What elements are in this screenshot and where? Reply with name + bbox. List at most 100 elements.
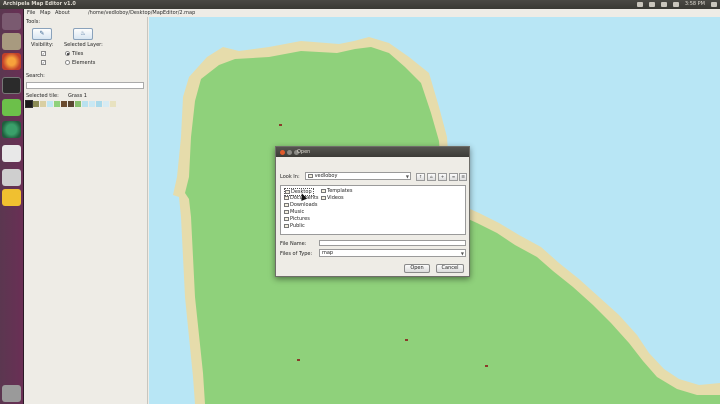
files-of-type-select[interactable]: map ▼ — [319, 249, 466, 257]
tools-panel: Tools: ✎ ♨ Visibility: Selected Layer: ✓… — [24, 17, 148, 404]
visibility-elements-checkbox[interactable]: ✓ — [41, 60, 46, 65]
dialog-titlebar: Open — [276, 147, 469, 157]
app-icon — [2, 121, 21, 138]
visibility-label: Visibility: — [31, 42, 54, 48]
window-title: Archipela Map Editor v1.0 — [3, 1, 76, 7]
file-name-input[interactable] — [319, 240, 466, 246]
system-tray: 3:58 PM — [636, 0, 717, 9]
tile-swatch[interactable] — [89, 101, 95, 107]
folder-icon — [284, 202, 289, 207]
elements-label: Elements — [72, 60, 96, 66]
look-in-value: vedloboy — [314, 173, 338, 179]
layer-tiles-radio[interactable] — [65, 51, 70, 56]
list-view-button[interactable]: ≡ — [449, 173, 458, 181]
menu-file[interactable]: File — [27, 9, 35, 17]
tile-swatch[interactable] — [40, 101, 46, 107]
folder-icon — [284, 209, 289, 214]
mail-icon[interactable] — [636, 2, 643, 7]
list-item[interactable]: Videos — [321, 195, 344, 201]
new-folder-button[interactable]: + — [438, 173, 447, 181]
launcher — [0, 9, 24, 404]
tile-swatch[interactable] — [25, 100, 33, 108]
folder-icon — [321, 195, 326, 200]
folder-icon — [284, 216, 289, 221]
pencil-icon: ✎ — [39, 30, 45, 37]
look-in-select[interactable]: vedloboy ▼ — [305, 172, 411, 180]
tile-swatch[interactable] — [82, 101, 88, 107]
network-icon[interactable] — [648, 2, 655, 7]
home-button[interactable]: ⌂ — [427, 173, 436, 181]
tile-swatch[interactable] — [47, 101, 53, 107]
folder-icon — [308, 173, 313, 178]
tile-swatch[interactable] — [103, 101, 109, 107]
power-icon[interactable] — [711, 2, 717, 7]
up-folder-button[interactable]: ↑ — [416, 173, 425, 181]
map-marker — [279, 124, 282, 126]
files-icon — [2, 33, 21, 50]
launcher-files[interactable] — [2, 33, 21, 50]
chevron-down-icon: ▼ — [405, 174, 409, 179]
launcher-dash[interactable] — [2, 13, 21, 30]
tile-swatch[interactable] — [96, 101, 102, 107]
launcher-drive[interactable] — [2, 189, 21, 206]
terminal-icon — [2, 77, 21, 94]
battery-icon[interactable] — [660, 2, 667, 7]
folder-icon — [284, 195, 289, 200]
folder-icon — [284, 223, 289, 228]
visibility-tiles-checkbox[interactable]: ✓ — [41, 51, 46, 56]
launcher-trash[interactable] — [2, 385, 21, 402]
drive-icon — [2, 189, 21, 206]
map-marker — [297, 359, 300, 361]
launcher-disk[interactable] — [2, 169, 21, 186]
layer-elements-radio[interactable] — [65, 60, 70, 65]
launcher-app[interactable] — [2, 121, 21, 138]
list-item[interactable]: Pictures — [284, 216, 310, 222]
top-panel: Archipela Map Editor v1.0 3:58 PM — [0, 0, 720, 9]
tile-swatch[interactable] — [54, 101, 60, 107]
tile-swatch[interactable] — [110, 101, 116, 107]
menu-bar: File Map About /home/vedloboy/Desktop/Ma… — [24, 9, 720, 17]
launcher-firefox[interactable] — [2, 53, 21, 70]
list-item[interactable]: Downloads — [284, 202, 317, 208]
map-marker — [485, 365, 488, 367]
disk-icon — [2, 169, 21, 186]
firefox-icon — [2, 53, 21, 70]
fill-icon: ♨ — [80, 30, 86, 37]
launcher-terminal[interactable] — [2, 77, 21, 94]
selected-layer-label: Selected Layer: — [64, 42, 103, 48]
selected-tile-value: Grass 1 — [68, 93, 87, 99]
cancel-button[interactable]: Cancel — [436, 264, 464, 273]
launcher-files-2[interactable] — [2, 145, 21, 162]
tools-label: Tools: — [26, 19, 41, 25]
list-item[interactable]: Templates — [321, 188, 352, 194]
search-input[interactable] — [26, 82, 144, 89]
desktop-screen: Archipela Map Editor v1.0 3:58 PM File M… — [0, 0, 720, 404]
chevron-down-icon: ▼ — [460, 251, 464, 256]
trash-icon — [2, 385, 21, 402]
menu-map[interactable]: Map — [40, 9, 51, 17]
close-icon[interactable] — [280, 149, 285, 155]
fill-tool-button[interactable]: ♨ — [73, 28, 93, 40]
dialog-title: Open — [297, 149, 311, 155]
launcher-editor[interactable] — [2, 99, 21, 116]
tile-swatch[interactable] — [33, 101, 39, 107]
folder-icon — [285, 189, 290, 194]
folder-icon — [321, 188, 326, 193]
list-item[interactable]: Public — [284, 223, 305, 229]
pencil-tool-button[interactable]: ✎ — [32, 28, 52, 40]
volume-icon[interactable] — [672, 2, 679, 7]
tile-swatch[interactable] — [61, 101, 67, 107]
list-item[interactable]: Music — [284, 209, 304, 215]
details-view-button[interactable]: ☰ — [459, 173, 467, 181]
file-path: /home/vedloboy/Desktop/MapEditor/2.map — [88, 10, 196, 16]
document-icon — [2, 145, 21, 162]
files-of-type-label: Files of Type: — [280, 251, 313, 257]
file-list: Desktop Templates Documents Videos Downl… — [280, 185, 466, 235]
open-button[interactable]: Open — [404, 264, 430, 273]
clock[interactable]: 3:58 PM — [685, 0, 705, 9]
menu-about[interactable]: About — [55, 9, 70, 17]
tile-swatch[interactable] — [68, 101, 74, 107]
tile-swatch[interactable] — [75, 101, 81, 107]
map-marker — [405, 339, 408, 341]
minimize-icon[interactable] — [287, 149, 292, 155]
